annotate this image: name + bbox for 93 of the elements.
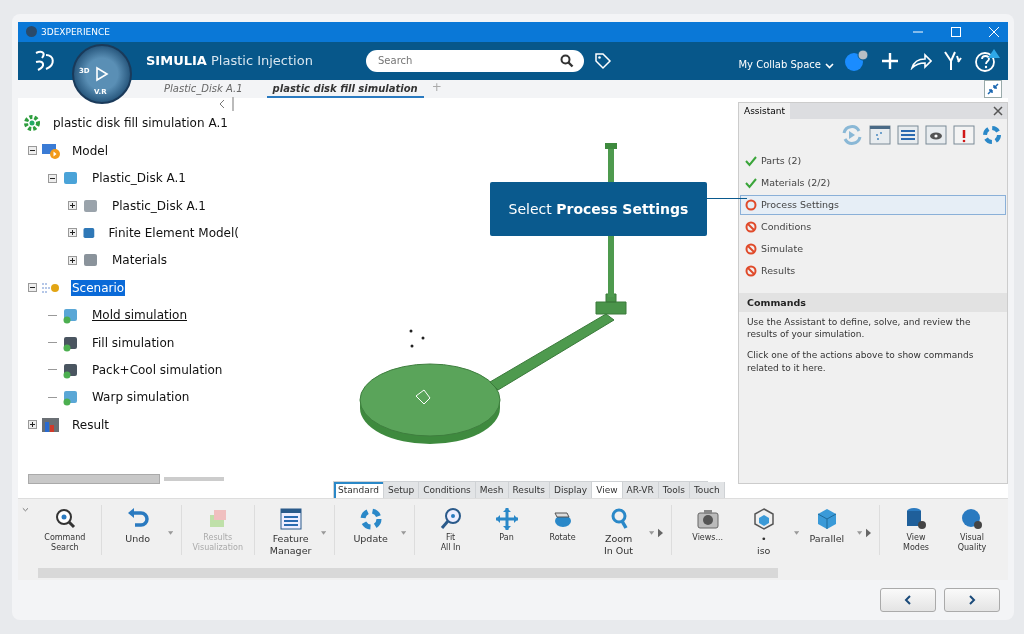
section-header: Commands xyxy=(739,292,1007,312)
app-icon xyxy=(26,26,37,38)
update-icon[interactable] xyxy=(981,124,1003,145)
toolbar-button[interactable]: Update xyxy=(342,505,399,548)
toolbar-button[interactable]: Zoom In Out xyxy=(590,505,647,560)
eye-icon[interactable] xyxy=(925,124,947,145)
toolbar-button[interactable]: Fit All In xyxy=(422,505,479,556)
expand-toggle[interactable] xyxy=(68,201,77,211)
help-icon[interactable] xyxy=(974,47,1000,74)
tree-item[interactable]: Model xyxy=(71,142,110,159)
toolbar-button[interactable]: Undo xyxy=(109,505,166,548)
tree-item[interactable]: Pack+Cool simulation xyxy=(91,361,224,378)
blocked-icon xyxy=(745,242,757,255)
tree-item[interactable]: plastic disk fill simulation A.1 xyxy=(52,115,229,132)
callout-tooltip: Select Process Settings xyxy=(490,181,707,236)
close-icon[interactable] xyxy=(993,105,1003,116)
assistant-step[interactable]: Process Settings xyxy=(740,194,1006,215)
expand-toggle[interactable] xyxy=(28,283,37,293)
toolbar-button[interactable]: Visual Quality xyxy=(944,505,1000,556)
toolbar-button[interactable]: Views... xyxy=(679,505,736,546)
document-tab[interactable]: Plastic_Disk A.1 xyxy=(158,79,249,98)
cylinder-gear-icon xyxy=(904,507,928,532)
tree-item[interactable]: Plastic_Disk A.1 xyxy=(111,197,207,214)
toolbar-button[interactable]: Rotate xyxy=(534,505,591,546)
toolbar-button[interactable]: • iso xyxy=(735,505,792,560)
tree-item[interactable]: Materials xyxy=(111,252,168,269)
assistant-step[interactable]: Simulate xyxy=(740,238,1006,259)
assistant-step[interactable]: Conditions xyxy=(740,216,1006,237)
expand-arrow-icon[interactable] xyxy=(657,528,663,539)
share-icon[interactable] xyxy=(910,51,932,70)
scrollbar[interactable] xyxy=(38,568,778,578)
expand-toggle[interactable] xyxy=(28,420,37,430)
check-icon xyxy=(745,176,757,189)
toolbar-tab[interactable]: Standard xyxy=(334,482,384,499)
update-icon xyxy=(358,507,383,532)
assistant-step[interactable]: Materials (2/2) xyxy=(740,172,1006,193)
tree-item[interactable]: Mold simulation xyxy=(91,307,188,324)
tree-item[interactable]: Fill simulation xyxy=(91,334,176,351)
dotted-panel-icon[interactable] xyxy=(869,124,891,145)
tree-node-icon xyxy=(41,415,61,434)
point-markers xyxy=(409,328,425,349)
play-icon[interactable] xyxy=(95,65,109,82)
help-text: Use the Assistant to define, solve, and review the results of your simulation. xyxy=(747,315,972,341)
chevron-right-icon xyxy=(968,595,976,605)
expand-toggle[interactable] xyxy=(48,173,57,183)
camera-icon xyxy=(695,507,720,532)
ring-icon xyxy=(745,198,757,211)
assistant-step[interactable]: Results xyxy=(740,260,1006,281)
warning-icon[interactable] xyxy=(953,124,975,145)
chevron-left-icon xyxy=(904,595,912,605)
list-window-icon xyxy=(278,507,303,532)
tree-item[interactable]: Finite Element Model( xyxy=(107,224,240,241)
collapse-icon[interactable] xyxy=(984,79,1002,98)
tree-item[interactable]: Plastic_Disk A.1 xyxy=(91,170,187,187)
sphere-gear-icon xyxy=(960,507,984,532)
check-icon xyxy=(745,154,757,167)
expand-toggle[interactable] xyxy=(28,146,37,156)
tree-item[interactable]: Result xyxy=(71,416,111,433)
assistant-step[interactable]: Parts (2) xyxy=(740,150,1006,171)
panel-tab[interactable]: Assistant xyxy=(739,102,790,119)
tree-node-icon xyxy=(41,141,61,160)
toolbar-button[interactable]: View Modes xyxy=(888,505,944,556)
leader-line xyxy=(707,197,747,199)
expand-toggle[interactable] xyxy=(68,255,77,265)
tag-icon[interactable] xyxy=(594,51,612,70)
help-text: Click one of the actions above to show commands related to it here. xyxy=(747,348,975,375)
blocked-icon xyxy=(745,264,757,277)
tree-item[interactable]: Scenario xyxy=(71,279,126,296)
search-field[interactable]: Search xyxy=(366,49,584,72)
hexagon-cube-icon xyxy=(751,507,776,532)
magnifier-icon xyxy=(438,507,463,532)
search-icon[interactable] xyxy=(560,53,574,68)
move-arrows-icon xyxy=(494,507,519,532)
avatar-icon[interactable] xyxy=(844,48,870,73)
toolbar-button[interactable]: Command Search xyxy=(36,505,93,556)
tree-item[interactable]: Warp simulation xyxy=(91,389,191,406)
toolbar-tab[interactable]: View xyxy=(592,482,623,499)
blocked-icon xyxy=(745,220,757,233)
collapse-panel-icon[interactable] xyxy=(218,98,226,109)
window-title: 3DEXPERIENCE xyxy=(41,26,110,37)
tree-node-icon xyxy=(22,114,42,133)
collab-space-dropdown[interactable]: My Collab Space xyxy=(738,59,821,71)
app-name: SIMULIA Plastic Injection xyxy=(146,53,314,69)
toolbar-button[interactable]: Parallel xyxy=(798,505,855,548)
toolbar-button[interactable]: Feature Manager xyxy=(262,505,319,560)
plus-icon[interactable] xyxy=(880,50,900,71)
expand-toggle[interactable] xyxy=(68,228,77,238)
list-icon[interactable] xyxy=(897,124,919,145)
expand-arrow-icon[interactable] xyxy=(866,528,872,539)
chevron-down-icon[interactable] xyxy=(825,62,834,69)
toolbar-button[interactable]: Pan xyxy=(478,505,535,546)
figure-icon[interactable] xyxy=(942,49,964,72)
maximize-icon[interactable] xyxy=(950,25,962,38)
